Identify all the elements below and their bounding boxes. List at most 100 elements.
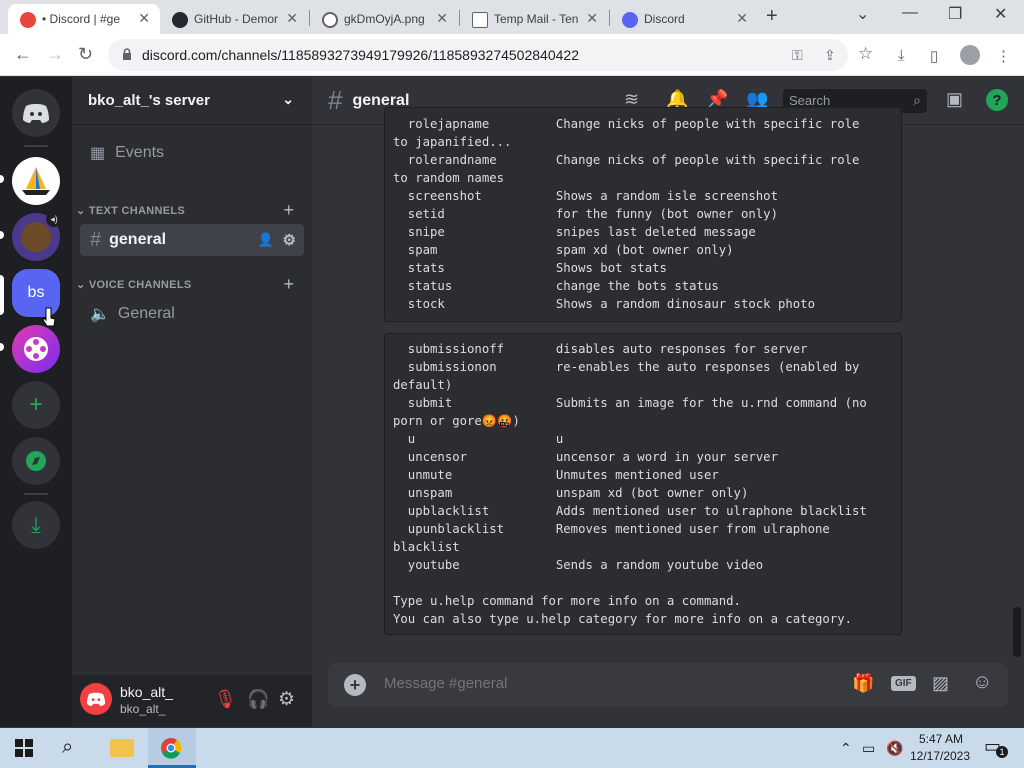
server-header[interactable]: bko_alt_'s server ⌄ <box>72 77 312 125</box>
new-tab-button[interactable]: + <box>766 5 778 28</box>
url-text[interactable]: discord.com/channels/1185893273949179926… <box>142 47 579 63</box>
volume-muted-icon[interactable]: 🔇 <box>886 740 903 757</box>
attach-plus-icon[interactable]: + <box>344 674 366 696</box>
chrome-taskbar-button[interactable] <box>148 728 196 768</box>
code-line: u u <box>393 432 564 446</box>
speaker-icon: 🔈 <box>90 306 110 323</box>
mouse-cursor-icon <box>42 307 56 327</box>
create-channel-button[interactable]: + <box>283 200 294 221</box>
close-icon[interactable]: ✕ <box>736 10 748 27</box>
gear-icon[interactable]: ⚙ <box>278 688 295 711</box>
sailboat-icon <box>22 167 50 195</box>
inbox-icon[interactable]: ▣ <box>946 89 963 110</box>
unread-pill <box>0 343 4 351</box>
tab-search-button[interactable]: ⌄ <box>856 4 869 24</box>
discord-icon <box>622 12 638 28</box>
code-line: to random names <box>393 171 505 185</box>
server-avatar-brown[interactable]: ◂) <box>12 211 62 261</box>
help-icon[interactable]: ? <box>986 89 1008 111</box>
file-explorer-icon[interactable] <box>110 739 134 757</box>
speaker-icon: ◂) <box>46 211 62 227</box>
back-icon[interactable]: ← <box>14 44 32 65</box>
headphones-icon[interactable]: 🎧 <box>247 689 269 710</box>
profile-avatar-icon[interactable] <box>960 45 980 65</box>
text-channels-category[interactable]: ⌄ TEXT CHANNELS <box>76 204 185 217</box>
share-icon[interactable]: ⇪ <box>824 47 836 64</box>
tab-github[interactable]: GitHub - Demor ✕ <box>160 4 308 34</box>
chevron-down-icon: ⌄ <box>282 91 294 107</box>
windows-start-icon[interactable] <box>15 739 33 757</box>
explore-servers-button[interactable] <box>12 437 60 485</box>
voice-channels-category[interactable]: ⌄ VOICE CHANNELS <box>76 278 191 291</box>
chat-area: # general ≋ 🔔 📌 👥 Search ⌕ ▣ ? rolejapna… <box>312 77 1024 727</box>
sticker-icon[interactable]: ▨ <box>932 673 949 694</box>
window-close-button[interactable]: ✕ <box>994 4 1007 24</box>
tab-temp-mail[interactable]: Temp Mail - Ten ✕ <box>460 4 608 34</box>
close-icon[interactable]: ✕ <box>586 10 598 27</box>
close-icon[interactable]: ✕ <box>138 10 150 27</box>
tab-discord[interactable]: Discord ✕ <box>610 4 758 34</box>
mic-muted-icon[interactable]: 🎙 <box>214 689 237 710</box>
code-line: status change the bots status <box>393 279 719 293</box>
channel-label: general <box>109 231 167 248</box>
code-line: youtube Sends a random youtube video <box>393 558 764 572</box>
code-line: submit Submits an image for the u.rnd co… <box>393 396 867 410</box>
events-item[interactable]: ▦ Events <box>80 137 304 169</box>
gift-icon[interactable]: 🎁 <box>852 673 874 694</box>
server-divider <box>24 493 48 495</box>
emoji-icon[interactable]: ☺ <box>972 671 992 694</box>
lock-icon[interactable] <box>122 48 132 60</box>
address-bar[interactable]: discord.com/channels/1185893273949179926… <box>108 39 848 71</box>
discord-logo-icon <box>23 104 49 123</box>
download-icon[interactable]: ⤓ <box>898 47 905 64</box>
reload-icon[interactable]: ↻ <box>78 44 93 65</box>
search-icon[interactable]: ⌕ <box>62 736 73 759</box>
code-line: submissionoff disables auto responses fo… <box>393 342 808 356</box>
create-channel-button[interactable]: + <box>283 274 294 295</box>
tab-image[interactable]: gkDmOyjA.png ✕ <box>310 4 458 34</box>
avatar[interactable] <box>80 683 112 715</box>
side-panel-icon[interactable]: ▯ <box>930 47 938 65</box>
browser-tab-strip: • Discord | #ge ✕ GitHub - Demor ✕ gkDmO… <box>0 0 1024 34</box>
code-line: upblacklist Adds mentioned user to ulrap… <box>393 504 867 518</box>
add-server-button[interactable]: + <box>12 381 60 429</box>
channel-item-voice-general[interactable]: 🔈 General <box>80 298 304 330</box>
channel-item-general[interactable]: # general 👤 ⚙ <box>80 224 304 256</box>
clock-time[interactable]: 5:47 AM <box>914 732 968 746</box>
restore-button[interactable]: ❐ <box>948 4 962 24</box>
download-apps-button[interactable]: ⤓ <box>12 501 60 549</box>
code-line: submissionon re-enables the auto respons… <box>393 360 860 374</box>
chevron-down-icon: ⌄ <box>76 279 89 291</box>
add-member-icon[interactable]: 👤 <box>258 232 274 248</box>
film-reel-icon <box>24 337 48 361</box>
code-line: screenshot Shows a random isle screensho… <box>393 189 778 203</box>
server-film[interactable] <box>12 325 60 373</box>
forward-icon[interactable]: → <box>46 44 64 65</box>
server-sailboat[interactable] <box>12 157 60 205</box>
user-username: bko_alt_ <box>120 702 166 716</box>
clock-date[interactable]: 12/17/2023 <box>908 749 972 763</box>
network-icon[interactable]: ▭ <box>862 740 875 757</box>
bookmark-star-icon[interactable]: ☆ <box>858 44 873 64</box>
discord-icon <box>20 12 36 28</box>
code-line: stock Shows a random dinosaur stock phot… <box>393 297 815 311</box>
key-icon[interactable]: ⚿ <box>792 47 803 64</box>
gif-icon[interactable]: GIF <box>891 676 916 691</box>
server-initials: bs <box>27 284 45 301</box>
chevron-up-icon[interactable]: ⌃ <box>840 740 852 757</box>
close-icon[interactable]: ✕ <box>436 10 448 27</box>
code-line: default) <box>393 378 453 392</box>
gear-icon[interactable]: ⚙ <box>283 231 296 249</box>
message-input[interactable] <box>384 675 824 692</box>
search-placeholder: Search <box>789 93 831 108</box>
minimize-button[interactable]: — <box>902 4 918 22</box>
chat-scrollbar[interactable] <box>1013 607 1021 657</box>
category-label: VOICE CHANNELS <box>88 279 192 291</box>
code-line: stats Shows bot stats <box>393 261 667 275</box>
tab-discord-general[interactable]: • Discord | #ge ✕ <box>8 4 160 34</box>
direct-messages-button[interactable] <box>12 89 60 137</box>
menu-dots-icon[interactable]: ⋮ <box>996 47 1011 65</box>
tab-title: • Discord | #ge <box>42 12 121 26</box>
hash-icon: # <box>90 228 102 251</box>
close-icon[interactable]: ✕ <box>286 10 298 27</box>
